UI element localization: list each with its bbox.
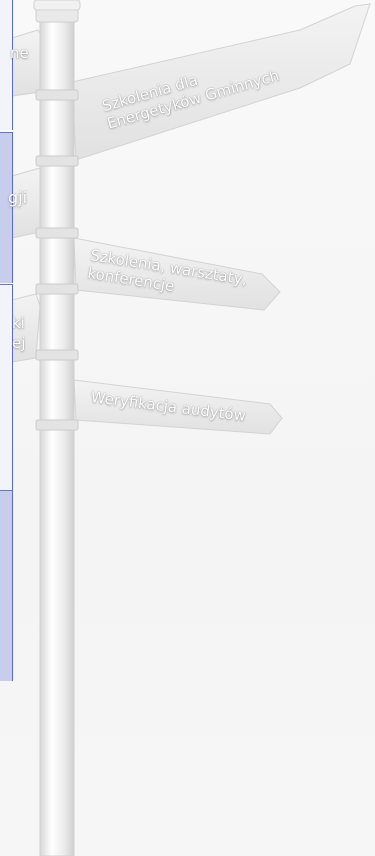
signpost-graphic: [11, 0, 371, 856]
menu-item-2[interactable]: [0, 132, 13, 283]
left-sign-text-3: ki: [12, 314, 25, 332]
menu-item-1[interactable]: [0, 0, 13, 130]
left-sign-text-1: ne: [10, 44, 29, 62]
left-sign-text-4: ej: [12, 334, 26, 352]
pole: [39, 19, 75, 856]
menu-item-4[interactable]: [0, 490, 13, 681]
left-sign-text-2: gji: [8, 188, 28, 207]
left-sign-1: [11, 29, 45, 97]
signpost-scene: ne gji ki ej Szkolenia dla Energetyków G…: [0, 0, 375, 856]
